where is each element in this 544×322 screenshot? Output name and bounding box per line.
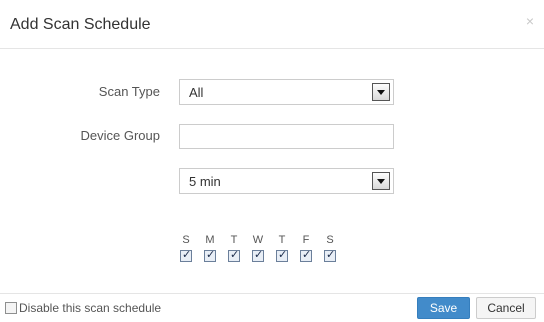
day-letter: F: [302, 234, 310, 246]
day-letter: S: [182, 234, 190, 246]
day-letter: M: [205, 234, 215, 246]
chevron-down-icon[interactable]: [372, 83, 390, 101]
day-column: M: [203, 234, 217, 262]
day-checkbox[interactable]: [276, 248, 288, 262]
scan-type-label: Scan Type: [98, 84, 160, 99]
day-letter: T: [278, 234, 286, 246]
day-checkbox[interactable]: [228, 248, 240, 262]
close-icon[interactable]: ×: [526, 13, 534, 29]
day-checkbox[interactable]: [252, 248, 264, 262]
scan-type-value: All: [189, 85, 204, 100]
day-checkbox[interactable]: [300, 248, 312, 262]
device-group-label: Device Group: [80, 128, 160, 143]
day-letter: W: [252, 234, 264, 246]
cancel-button[interactable]: Cancel: [476, 297, 536, 319]
interval-value: 5 min: [189, 174, 221, 189]
disable-schedule-label[interactable]: Disable this scan schedule: [19, 301, 161, 315]
day-column: T: [227, 234, 241, 262]
scan-type-select[interactable]: All: [179, 79, 394, 105]
day-column: W: [251, 234, 265, 262]
device-group-input[interactable]: [179, 124, 394, 149]
day-column: S: [323, 234, 337, 262]
dialog-footer: Disable this scan schedule Save Cancel: [0, 293, 544, 322]
day-column: F: [299, 234, 313, 262]
day-letter: T: [230, 234, 238, 246]
day-checkbox[interactable]: [204, 248, 216, 262]
save-button[interactable]: Save: [417, 297, 470, 319]
day-column: T: [275, 234, 289, 262]
chevron-down-icon[interactable]: [372, 172, 390, 190]
dialog-header: Add Scan Schedule ×: [0, 0, 544, 49]
day-letter: S: [326, 234, 334, 246]
add-scan-schedule-dialog: Add Scan Schedule × Scan Type All Device…: [0, 0, 544, 322]
disable-schedule-checkbox[interactable]: [5, 302, 17, 314]
day-checkbox[interactable]: [324, 248, 336, 262]
interval-select[interactable]: 5 min: [179, 168, 394, 194]
day-column: S: [179, 234, 193, 262]
day-checkbox[interactable]: [180, 248, 192, 262]
dialog-title: Add Scan Schedule: [10, 16, 151, 33]
